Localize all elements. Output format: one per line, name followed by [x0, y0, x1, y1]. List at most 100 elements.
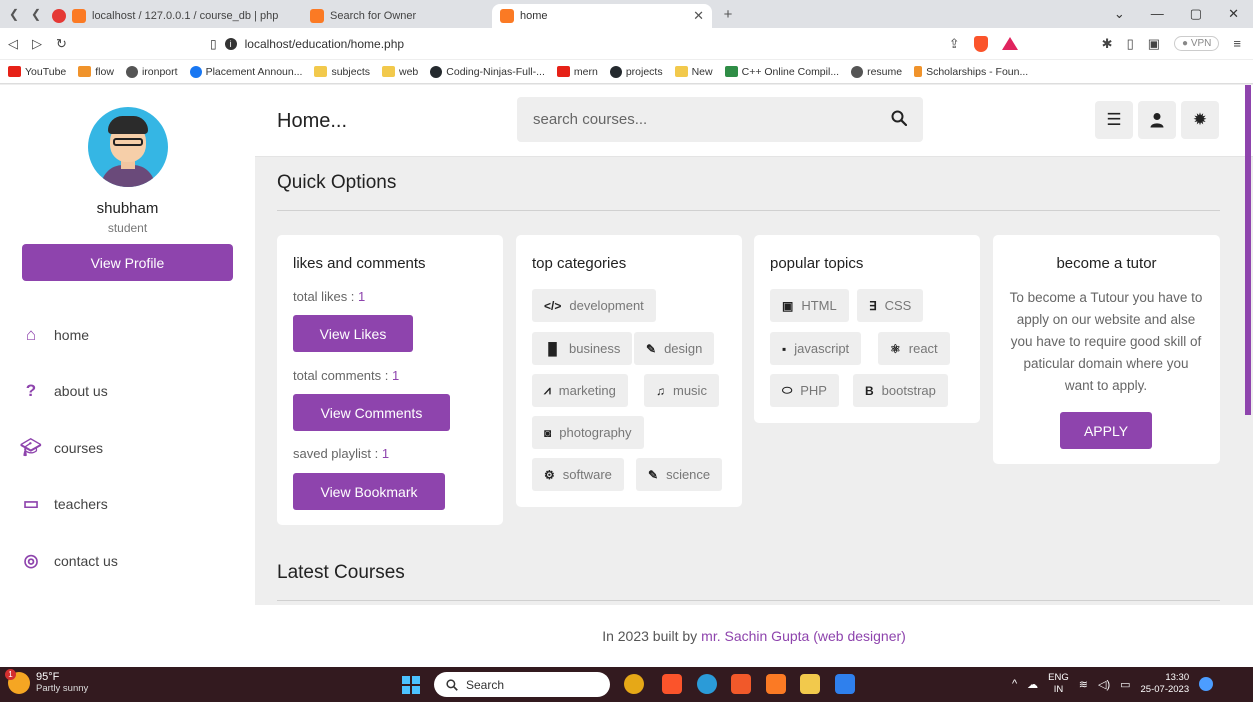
- file-explorer-icon[interactable]: [800, 674, 820, 694]
- bookmark-mern[interactable]: mern: [556, 66, 598, 78]
- xampp-favicon-icon: [310, 9, 324, 23]
- chrome-canary-icon[interactable]: [624, 674, 644, 694]
- bookmark-coding-ninjas[interactable]: Coding-Ninjas-Full-...: [430, 65, 545, 78]
- url-text[interactable]: localhost/education/home.php: [245, 37, 404, 51]
- tab-search-icon[interactable]: ❮: [28, 6, 44, 22]
- bookmark-page-icon[interactable]: ▯: [210, 37, 217, 51]
- search-icon[interactable]: [891, 110, 907, 126]
- vpn-button[interactable]: ● VPN: [1174, 36, 1220, 51]
- topic-bootstrap[interactable]: Bbootstrap: [853, 374, 948, 407]
- category-business[interactable]: ▐▌ business: [532, 332, 633, 365]
- view-bookmark-button[interactable]: View Bookmark: [293, 473, 445, 510]
- reload-icon[interactable]: ↻: [56, 36, 67, 52]
- category-music[interactable]: ♫ music: [644, 374, 719, 407]
- category-marketing[interactable]: ⩘ marketing: [532, 374, 628, 407]
- bookmark-scholarships[interactable]: Scholarships - Foun...: [914, 66, 1028, 78]
- menu-button[interactable]: ☰: [1095, 101, 1133, 139]
- question-icon: ?: [25, 381, 37, 400]
- tab-list-icon[interactable]: ⌄: [1114, 6, 1125, 22]
- view-likes-button[interactable]: View Likes: [293, 315, 413, 352]
- search-input[interactable]: search courses...: [517, 97, 923, 142]
- volume-icon[interactable]: ◁): [1098, 678, 1110, 691]
- bootstrap-icon: B: [865, 383, 874, 398]
- sidebar-toggle-icon[interactable]: ▯: [1127, 36, 1134, 52]
- sidebar-item-teachers[interactable]: ▭ teachers: [22, 494, 108, 513]
- xampp-icon[interactable]: [766, 674, 786, 694]
- bookmark-projects[interactable]: projects: [609, 65, 663, 78]
- topic-javascript[interactable]: ▪ javascript: [770, 332, 862, 365]
- windows-start-icon[interactable]: [402, 676, 420, 694]
- sidebar-item-contact[interactable]: ◎ contact us: [22, 551, 118, 570]
- taskbar-search[interactable]: Search: [434, 672, 610, 697]
- bookmark-youtube[interactable]: YouTube: [8, 66, 66, 78]
- sidebar-item-home[interactable]: ⌂ home: [22, 325, 89, 344]
- user-button[interactable]: [1138, 101, 1176, 139]
- bookmark-web[interactable]: web: [382, 66, 418, 78]
- wifi-icon[interactable]: ≋: [1079, 678, 1088, 691]
- minimize-icon[interactable]: —: [1151, 6, 1164, 22]
- new-tab-icon[interactable]: +: [720, 6, 736, 23]
- logo[interactable]: Home...: [277, 110, 347, 133]
- scrollbar-thumb[interactable]: [1245, 85, 1251, 415]
- category-development[interactable]: </> development: [532, 289, 656, 322]
- latest-courses-title: Latest Courses: [277, 562, 405, 583]
- share-icon[interactable]: ⇪: [949, 36, 960, 52]
- pinned-favicon-icon: [52, 9, 66, 23]
- close-tab-icon[interactable]: ✕: [693, 8, 704, 24]
- view-profile-button[interactable]: View Profile: [22, 244, 233, 281]
- phpmyadmin-favicon-icon: [72, 9, 86, 23]
- category-science[interactable]: ✎ science: [636, 458, 723, 491]
- headset-icon: ◎: [23, 551, 39, 570]
- bookmark-subjects[interactable]: subjects: [314, 66, 370, 78]
- bookmark-ironport[interactable]: ironport: [125, 65, 178, 78]
- back-icon[interactable]: ◁: [8, 36, 18, 52]
- chevron-up-icon[interactable]: ^: [1012, 678, 1017, 690]
- topic-css[interactable]: ∃ CSS: [857, 289, 924, 322]
- sidebar-item-about[interactable]: ? about us: [22, 381, 108, 400]
- sublime-text-icon[interactable]: [731, 674, 751, 694]
- brave-shields-icon[interactable]: [973, 35, 988, 52]
- notification-icon[interactable]: [1199, 677, 1214, 691]
- battery-icon[interactable]: ▭: [1120, 678, 1130, 691]
- bookmark-flow[interactable]: flow: [78, 66, 114, 78]
- brave-browser-icon[interactable]: [662, 674, 682, 694]
- category-software[interactable]: ⚙ software: [532, 458, 624, 491]
- tab-phpmyadmin[interactable]: localhost / 127.0.0.1 / course_db | php: [44, 4, 302, 28]
- menu-icon[interactable]: ≡: [1233, 36, 1241, 51]
- cog-icon: ⚙: [544, 467, 555, 482]
- topic-php[interactable]: ⬭ PHP: [770, 374, 839, 407]
- youtube-icon: [8, 66, 21, 77]
- close-window-icon[interactable]: ✕: [1228, 6, 1239, 22]
- category-photography[interactable]: ◙ photography: [532, 416, 644, 449]
- language-indicator[interactable]: ENG IN: [1048, 672, 1069, 696]
- photos-icon[interactable]: [835, 674, 855, 694]
- sidebar-item-courses[interactable]: 🎓︎ courses: [20, 438, 103, 457]
- wallet-icon[interactable]: ▣: [1148, 36, 1160, 52]
- back-history-icon[interactable]: ❮: [6, 6, 22, 22]
- view-comments-button[interactable]: View Comments: [293, 394, 450, 431]
- edge-icon[interactable]: [697, 674, 717, 694]
- avatar: [88, 107, 168, 187]
- maximize-icon[interactable]: ▢: [1190, 6, 1202, 22]
- tab-search-owner[interactable]: Search for Owner: [302, 4, 492, 28]
- bookmark-cpp-compiler[interactable]: C++ Online Compil...: [724, 66, 839, 78]
- topic-html[interactable]: ▣ HTML: [770, 289, 849, 322]
- brave-rewards-icon[interactable]: [1001, 37, 1018, 50]
- forward-icon[interactable]: ▷: [32, 36, 42, 52]
- section-divider: [277, 210, 1220, 211]
- onedrive-icon[interactable]: ☁: [1027, 678, 1038, 691]
- url-field[interactable]: ▯ i localhost/education/home.php: [210, 37, 949, 51]
- tab-home[interactable]: home ✕: [492, 4, 712, 28]
- extensions-icon[interactable]: ✱: [1102, 36, 1113, 52]
- clock[interactable]: 13:30 25-07-2023: [1141, 672, 1190, 696]
- topic-react[interactable]: ⚛ react: [878, 332, 950, 365]
- site-info-icon[interactable]: i: [224, 37, 237, 50]
- bookmark-resume[interactable]: resume: [851, 65, 902, 78]
- apply-button[interactable]: APPLY: [1060, 412, 1152, 449]
- sidebar-item-label: about us: [54, 383, 108, 399]
- theme-toggle-button[interactable]: ✹: [1181, 101, 1219, 139]
- weather-widget[interactable]: 1 95°F Partly sunny: [5, 669, 88, 695]
- bookmark-new[interactable]: New: [674, 66, 713, 78]
- category-design[interactable]: ✎ design: [634, 332, 715, 365]
- bookmark-placement[interactable]: Placement Announ...: [189, 65, 302, 78]
